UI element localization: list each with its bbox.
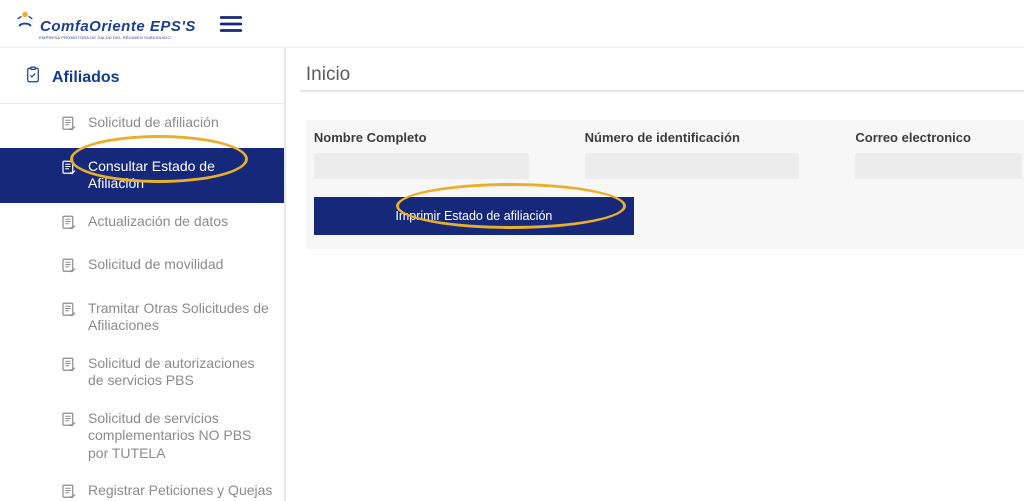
sidebar-item-6[interactable]: Solicitud de servicios complementarios N…: [0, 400, 284, 473]
sidebar-menu: Solicitud de afiliación Consultar Estado…: [0, 104, 284, 501]
sidebar-item-1[interactable]: Consultar Estado de Afiliación: [0, 148, 284, 203]
sidebar-section-title: Afiliados: [52, 69, 120, 87]
sidebar-item-label: Consultar Estado de Afiliación: [88, 158, 274, 193]
nombre-label: Nombre Completo: [314, 130, 529, 145]
id-label: Número de identificación: [585, 130, 800, 145]
sidebar-item-5[interactable]: Solicitud de autorizaciones de servicios…: [0, 345, 284, 400]
form-row: Nombre Completo Número de identificación…: [306, 120, 1024, 189]
logo-person-icon: [14, 8, 36, 35]
brand-name: ComfaOriente EPS'S: [40, 18, 196, 35]
sidebar-item-label: Solicitud de afiliación: [88, 114, 274, 132]
main-content: Inicio Nombre Completo Número de identif…: [286, 48, 1024, 501]
brand-tagline: EMPRESA PROMOTORA DE SALUD DEL RÉGIMEN S…: [39, 35, 171, 40]
print-button[interactable]: Imprimir Estado de afiliación: [314, 197, 634, 235]
form-group-id: Número de identificación: [585, 130, 800, 179]
sidebar-item-7[interactable]: Registrar Peticiones y Quejas - PQR: [0, 472, 284, 501]
document-check-icon: [60, 483, 78, 501]
brand-logo: ComfaOriente EPS'S EMPRESA PROMOTORA DE …: [14, 8, 196, 40]
action-row: Imprimir Estado de afiliación: [306, 189, 1024, 249]
correo-label: Correo electronico: [855, 130, 1022, 145]
document-check-icon: [60, 159, 78, 182]
sidebar-section-afiliados[interactable]: Afiliados: [0, 58, 284, 104]
form-group-nombre: Nombre Completo: [314, 130, 529, 179]
sidebar-item-label: Solicitud de movilidad: [88, 256, 274, 274]
sidebar-item-4[interactable]: Tramitar Otras Solicitudes de Afiliacion…: [0, 290, 284, 345]
sidebar-item-label: Solicitud de autorizaciones de servicios…: [88, 355, 274, 390]
document-check-icon: [60, 411, 78, 434]
document-check-icon: [60, 214, 78, 237]
sidebar: Afiliados Solicitud de afiliación Consul…: [0, 48, 286, 501]
app-header: ComfaOriente EPS'S EMPRESA PROMOTORA DE …: [0, 0, 1024, 48]
correo-input[interactable]: [855, 153, 1022, 179]
document-check-icon: [60, 115, 78, 138]
sidebar-item-label: Registrar Peticiones y Quejas - PQR: [88, 482, 274, 501]
sidebar-item-label: Solicitud de servicios complementarios N…: [88, 410, 274, 463]
sidebar-item-3[interactable]: Solicitud de movilidad: [0, 246, 284, 290]
nombre-input[interactable]: [314, 153, 529, 179]
document-check-icon: [60, 356, 78, 379]
document-check-icon: [60, 301, 78, 324]
page-title: Inicio: [306, 64, 1024, 86]
divider: [300, 90, 1024, 92]
document-check-icon: [60, 257, 78, 280]
sidebar-item-2[interactable]: Actualización de datos: [0, 203, 284, 247]
sidebar-item-label: Actualización de datos: [88, 213, 274, 231]
id-input[interactable]: [585, 153, 800, 179]
clipboard-check-icon: [24, 66, 42, 89]
form-group-correo: Correo electronico: [855, 130, 1022, 179]
sidebar-item-label: Tramitar Otras Solicitudes de Afiliacion…: [88, 300, 274, 335]
sidebar-item-0[interactable]: Solicitud de afiliación: [0, 104, 284, 148]
hamburger-menu-icon[interactable]: [218, 11, 244, 37]
